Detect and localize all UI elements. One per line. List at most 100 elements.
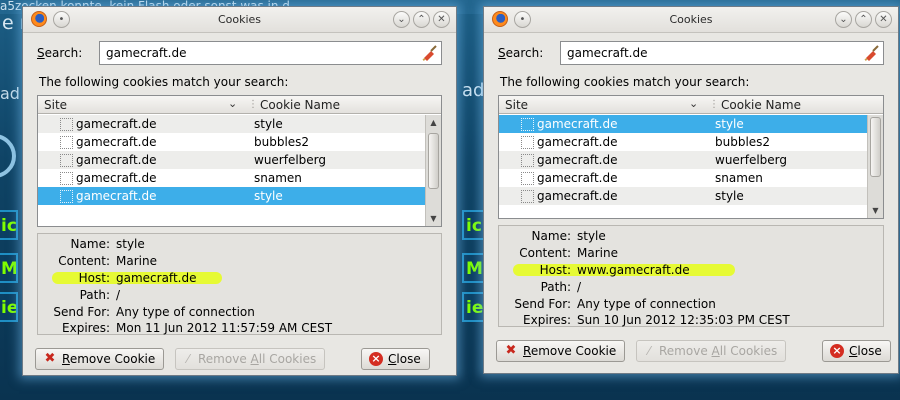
list-header: Site ⌄ ⋮ Cookie Name (38, 96, 441, 114)
cookie-list[interactable]: Site ⌄ ⋮ Cookie Name gamecraft.de style g… (498, 95, 884, 219)
detail-label: Name: (70, 237, 110, 251)
table-row[interactable]: gamecraft.de snamen (499, 169, 867, 187)
remove-icon: ✖ (505, 343, 517, 358)
detail-label: Path: (540, 280, 571, 294)
window-close-button[interactable]: ✕ (875, 11, 892, 28)
table-row[interactable]: gamecraft.de style (38, 115, 425, 133)
vertical-scrollbar[interactable]: ▲ ▼ (867, 115, 883, 218)
window-titlebar[interactable]: • Cookies ⌄ ⌃ ✕ (23, 7, 456, 33)
detail-path-value: / (577, 280, 582, 294)
detail-name-row: Name: style (499, 228, 883, 245)
remove-all-cookies-button[interactable]: ⁄ Remove All Cookies (636, 340, 787, 362)
scrollbar-thumb[interactable] (428, 133, 439, 189)
match-description: The following cookies match your search: (39, 75, 289, 89)
table-row[interactable]: gamecraft.de wuerfelberg (38, 151, 425, 169)
row-site: gamecraft.de (76, 171, 157, 185)
close-button[interactable]: × Close (822, 340, 891, 362)
close-button[interactable]: × Close (361, 348, 430, 370)
search-row: Search: (498, 41, 884, 65)
detail-label: Send For: (53, 305, 110, 319)
row-site: gamecraft.de (76, 153, 157, 167)
checkbox-icon (60, 154, 73, 167)
table-row[interactable]: gamecraft.de bubbles2 (38, 133, 425, 151)
detail-label: Host: (539, 263, 571, 277)
column-header-cookie-name[interactable]: Cookie Name (721, 98, 801, 112)
close-icon: × (830, 344, 844, 358)
detail-content-value: Marine (577, 246, 618, 260)
cookie-rows: gamecraft.de style gamecraft.de bubbles2 g… (499, 115, 867, 205)
background-tile: ic (0, 210, 18, 240)
search-label: Search: (498, 46, 544, 60)
scroll-up-icon[interactable]: ▲ (426, 115, 441, 130)
chevron-down-icon[interactable]: ⌄ (228, 97, 237, 110)
list-header: Site ⌄ ⋮ Cookie Name (499, 96, 883, 114)
cookie-details: Name: style Content: Marine Host: gamecraft… (37, 233, 442, 335)
table-row[interactable]: gamecraft.de style (499, 187, 867, 205)
clear-search-icon[interactable] (864, 45, 880, 61)
detail-path-row: Path: / (499, 279, 883, 296)
column-header-cookie-name[interactable]: Cookie Name (260, 98, 340, 112)
broom-icon: ⁄ (186, 352, 189, 366)
maximize-button[interactable]: ⌃ (413, 11, 430, 28)
row-site: gamecraft.de (537, 153, 618, 167)
row-cookie-name: snamen (715, 171, 763, 185)
detail-content-row: Content: Marine (499, 245, 883, 262)
column-header-site[interactable]: Site (44, 98, 67, 112)
row-site: gamecraft.de (76, 117, 157, 131)
row-cookie-name: style (254, 189, 283, 203)
window-titlebar[interactable]: • Cookies ⌄ ⌃ ✕ (484, 7, 898, 33)
button-row: ✖ Remove Cookie ⁄ Remove All Cookies × Clos… (496, 340, 891, 362)
search-row: Search: (37, 41, 442, 65)
table-row[interactable]: gamecraft.de wuerfelberg (499, 151, 867, 169)
cookies-window-right: • Cookies ⌄ ⌃ ✕ Search: The following co… (483, 6, 899, 374)
row-cookie-name: style (715, 117, 744, 131)
checkbox-icon (60, 118, 73, 131)
detail-sendfor-row: Send For: Any type of connection (38, 304, 441, 321)
background-fragment: ad (0, 84, 20, 103)
table-row-selected[interactable]: gamecraft.de style (38, 187, 425, 205)
row-cookie-name: style (715, 189, 744, 203)
window-title: Cookies (217, 13, 262, 26)
row-site: gamecraft.de (537, 117, 618, 131)
detail-path-value: / (116, 288, 121, 302)
detail-label: Send For: (514, 297, 571, 311)
chevron-down-icon[interactable]: ⌄ (689, 97, 698, 110)
window-close-button[interactable]: ✕ (433, 11, 450, 28)
column-header-site[interactable]: Site (505, 98, 528, 112)
table-row-selected[interactable]: gamecraft.de style (499, 115, 867, 133)
checkbox-icon (521, 190, 534, 203)
scroll-down-icon[interactable]: ▼ (426, 211, 441, 226)
clear-search-icon[interactable] (422, 45, 438, 61)
column-separator: ⋮ (248, 99, 258, 110)
detail-sendfor-value: Any type of connection (577, 297, 716, 311)
checkbox-icon (521, 172, 534, 185)
minimize-button[interactable]: ⌄ (393, 11, 410, 28)
table-row[interactable]: gamecraft.de snamen (38, 169, 425, 187)
button-row: ✖ Remove Cookie ⁄ Remove All Cookies × Clos… (35, 348, 444, 370)
detail-name-value: style (116, 237, 145, 251)
search-input[interactable] (560, 41, 884, 65)
cookie-list[interactable]: Site ⌄ ⋮ Cookie Name gamecraft.de style g… (37, 95, 442, 227)
search-input[interactable] (99, 41, 442, 65)
table-row[interactable]: gamecraft.de bubbles2 (499, 133, 867, 151)
row-site: gamecraft.de (537, 171, 618, 185)
detail-host-value: gamecraft.de (116, 271, 197, 285)
cookies-window-left: • Cookies ⌄ ⌃ ✕ Search: The following co… (22, 6, 457, 376)
scrollbar-thumb[interactable] (870, 117, 881, 177)
minimize-button[interactable]: ⌄ (835, 11, 852, 28)
detail-expires-value: Mon 11 Jun 2012 11:57:59 AM CEST (116, 321, 333, 335)
remove-all-cookies-button[interactable]: ⁄ Remove All Cookies (175, 348, 326, 370)
checkbox-icon (521, 154, 534, 167)
detail-host-row: Host: www.gamecraft.de (499, 262, 883, 279)
detail-expires-value: Sun 10 Jun 2012 12:35:03 PM CEST (577, 313, 790, 327)
remove-cookie-button[interactable]: ✖ Remove Cookie (496, 340, 626, 362)
match-description: The following cookies match your search: (500, 75, 750, 89)
row-cookie-name: wuerfelberg (715, 153, 788, 167)
remove-cookie-button[interactable]: ✖ Remove Cookie (35, 348, 165, 370)
detail-label: Host: (78, 271, 110, 285)
detail-name-row: Name: style (38, 236, 441, 253)
maximize-button[interactable]: ⌃ (855, 11, 872, 28)
scroll-down-icon[interactable]: ▼ (868, 203, 883, 218)
vertical-scrollbar[interactable]: ▲ ▼ (425, 115, 441, 226)
detail-label: Name: (531, 229, 571, 243)
